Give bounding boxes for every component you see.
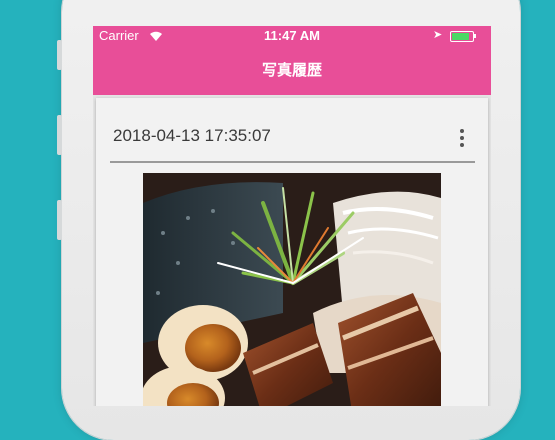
photo-timestamp: 2018-04-13 17:35:07 bbox=[113, 126, 271, 145]
more-vertical-icon[interactable] bbox=[457, 129, 467, 149]
status-time: 11:47 AM bbox=[264, 28, 320, 43]
page-title: 写真履歴 bbox=[93, 46, 491, 95]
card-divider bbox=[110, 161, 475, 163]
battery-icon bbox=[450, 31, 474, 42]
food-photo[interactable] bbox=[143, 173, 441, 406]
history-card[interactable]: 2018-04-13 17:35:07 bbox=[96, 98, 488, 406]
mute-switch bbox=[57, 40, 62, 70]
location-arrow-icon: ➤ bbox=[433, 29, 443, 41]
status-bar: Carrier 11:47 AM ➤ bbox=[93, 26, 491, 46]
volume-down-button bbox=[57, 200, 62, 240]
phone-screen: Carrier 11:47 AM ➤ 写真履歴 2018-04-13 17:35… bbox=[93, 26, 491, 406]
volume-up-button bbox=[57, 115, 62, 155]
battery-level bbox=[452, 33, 469, 40]
battery-tip bbox=[474, 34, 476, 38]
photo-history-list[interactable]: 2018-04-13 17:35:07 bbox=[93, 95, 491, 406]
